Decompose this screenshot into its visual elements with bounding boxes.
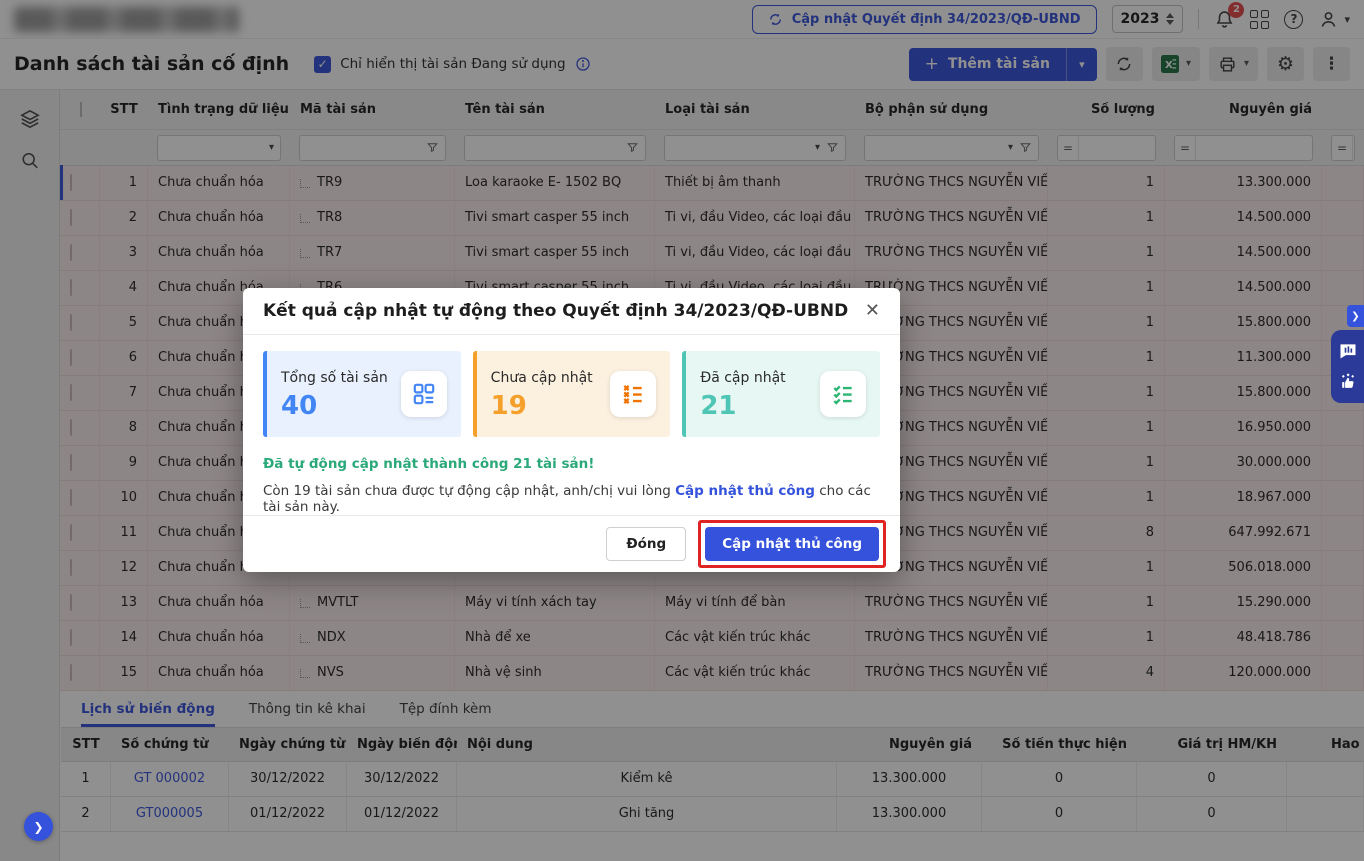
expand-sidebar-button[interactable]: ❯ [24, 812, 53, 841]
manual-update-link[interactable]: Cập nhật thủ công [675, 483, 815, 499]
card-value: 21 [700, 393, 785, 419]
update-result-modal: Kết quả cập nhật tự động theo Quyết định… [243, 288, 900, 572]
chevron-right-icon: ❯ [33, 820, 43, 834]
info-message: Còn 19 tài sản chưa được tự động cập nhậ… [243, 472, 900, 515]
side-panel-toggle[interactable]: ❯ [1347, 305, 1364, 327]
close-icon[interactable]: ✕ [865, 302, 880, 320]
close-button[interactable]: Đóng [606, 527, 686, 561]
info-prefix: Còn 19 tài sản chưa được tự động cập nhậ… [263, 483, 675, 499]
card-label: Đã cập nhật [700, 370, 785, 386]
app-window: Cập nhật Quyết định 34/2023/QĐ-UBND 2023… [0, 0, 1364, 861]
card-label: Tổng số tài sản [281, 370, 388, 386]
card-label: Chưa cập nhật [491, 370, 593, 386]
check-list-icon [820, 371, 866, 417]
chevron-right-icon: ❯ [1351, 311, 1359, 322]
chat-feedback-icon[interactable] [1338, 341, 1358, 361]
modal-title: Kết quả cập nhật tự động theo Quyết định… [263, 301, 848, 321]
card-value: 19 [491, 393, 593, 419]
success-message: Đã tự động cập nhật thành công 21 tài sả… [243, 447, 900, 472]
x-list-icon [610, 371, 656, 417]
dashboard-grid-icon [401, 371, 447, 417]
rate-thumbs-up-icon[interactable] [1338, 372, 1358, 392]
card-value: 40 [281, 393, 388, 419]
total-assets-card: Tổng số tài sản 40 [263, 351, 461, 437]
manual-update-button[interactable]: Cập nhật thủ công [705, 527, 879, 561]
not-updated-card: Chưa cập nhật 19 [473, 351, 671, 437]
updated-card: Đã cập nhật 21 [682, 351, 880, 437]
feedback-widget[interactable] [1331, 330, 1364, 403]
annotation-highlight-box: Cập nhật thủ công [698, 520, 886, 568]
